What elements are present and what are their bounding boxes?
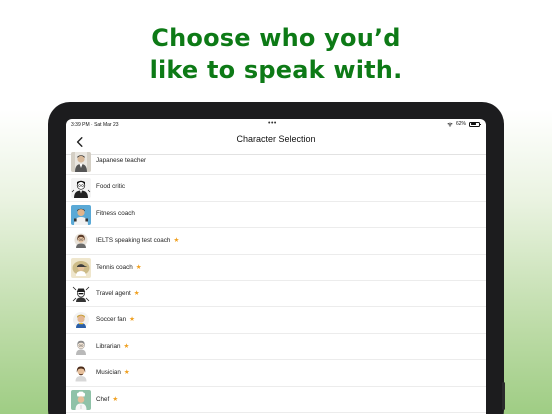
wifi-icon	[447, 122, 453, 127]
page-title: Character Selection	[236, 134, 316, 144]
app-screen: 3:39 PM · Sat Mar 23 ••• 62% Character S…	[66, 119, 486, 414]
musician-avatar	[71, 363, 91, 384]
battery-icon	[469, 121, 481, 127]
star-icon: ★	[112, 395, 119, 403]
status-time-date: 3:39 PM · Sat Mar 23	[71, 122, 119, 128]
character-name: Chef ★	[96, 395, 119, 403]
star-icon: ★	[129, 316, 135, 324]
star-icon: ★	[135, 263, 142, 271]
character-list: Japanese teacher Food critic Fitness coa…	[66, 149, 486, 413]
character-name: Food critic	[96, 183, 126, 191]
character-row-travel-agent[interactable]: Travel agent ★	[66, 281, 486, 308]
character-name: IELTS speaking test coach ★	[96, 237, 180, 245]
star-icon: ★	[133, 289, 140, 297]
japanese-teacher-avatar	[71, 152, 91, 172]
character-name: Japanese teacher	[96, 157, 147, 164]
tablet-side-button	[502, 382, 505, 410]
character-row-librarian[interactable]: Librarian ★	[66, 334, 486, 361]
headline-line-2: like to speak with.	[149, 56, 403, 84]
battery-tip	[480, 123, 481, 126]
star-icon: ★	[123, 369, 130, 377]
character-row-soccer-fan[interactable]: Soccer fan ★	[66, 307, 486, 334]
character-name: Soccer fan ★	[96, 316, 135, 324]
soccer-fan-avatar	[71, 310, 91, 331]
headline-line-1: Choose who you’d	[151, 24, 401, 52]
star-icon: ★	[173, 237, 180, 245]
character-row-food-critic[interactable]: Food critic	[66, 175, 486, 202]
fitness-coach-avatar	[71, 204, 91, 225]
marketing-headline: Choose who you’d like to speak with.	[0, 22, 552, 86]
character-name: Travel agent ★	[96, 289, 140, 297]
status-right-group: 62%	[447, 121, 481, 127]
ielts-coach-avatar	[71, 231, 91, 252]
battery-fill	[470, 123, 477, 126]
character-row-musician[interactable]: Musician ★	[66, 360, 486, 387]
star-icon: ★	[123, 342, 130, 350]
character-row-fitness-coach[interactable]: Fitness coach	[66, 202, 486, 229]
multitasking-dots[interactable]: •••	[268, 120, 277, 127]
tennis-coach-avatar	[71, 257, 91, 278]
travel-agent-avatar	[71, 283, 91, 304]
character-row-tennis-coach[interactable]: Tennis coach ★	[66, 255, 486, 281]
character-name: Musician ★	[96, 369, 130, 377]
chef-avatar	[71, 389, 91, 410]
character-row-ielts-coach[interactable]: IELTS speaking test coach ★	[66, 228, 486, 255]
battery-percent: 62%	[455, 121, 466, 127]
librarian-avatar	[71, 336, 91, 357]
character-row-chef[interactable]: Chef ★	[66, 387, 486, 413]
character-name: Tennis coach ★	[96, 263, 142, 271]
character-row-japanese-teacher[interactable]: Japanese teacher	[66, 149, 486, 176]
status-bar: 3:39 PM · Sat Mar 23 ••• 62%	[66, 119, 486, 131]
food-critic-avatar	[71, 178, 91, 199]
character-name: Librarian ★	[96, 342, 130, 350]
character-name: Fitness coach	[96, 209, 135, 217]
